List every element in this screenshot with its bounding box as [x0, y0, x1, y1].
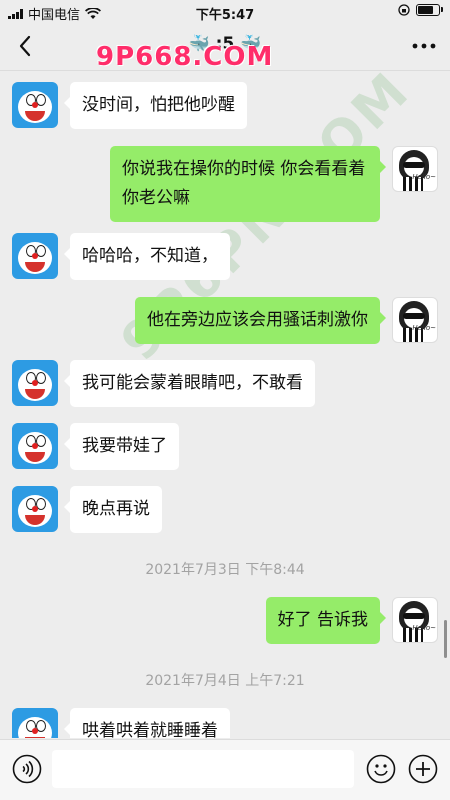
message-bubble[interactable]: 晚点再说	[64, 486, 162, 533]
doraemon-avatar[interactable]	[12, 360, 58, 406]
doraemon-avatar[interactable]	[12, 486, 58, 532]
message-row: 晚点再说	[12, 486, 162, 533]
chat-title: 🐳 :5 🐳	[188, 34, 262, 54]
message-bubble[interactable]: 你说我在操你的时候 你会看看着你老公嘛	[110, 146, 386, 222]
timestamp: 2021年7月4日 上午7:21	[145, 673, 305, 689]
girl-avatar[interactable]: Hello~	[392, 597, 438, 643]
avatar-label: Hello~	[412, 173, 436, 181]
message-input[interactable]	[52, 750, 354, 788]
message-bubble[interactable]: 我要带娃了	[64, 423, 179, 470]
scrollbar[interactable]	[444, 620, 447, 658]
message-bubble[interactable]: 没时间，怕把他吵醒	[64, 82, 247, 129]
avatar-label: Hello~	[412, 324, 436, 332]
message-bubble[interactable]: 他在旁边应该会用骚话刺激你	[135, 297, 386, 344]
doraemon-avatar[interactable]	[12, 82, 58, 128]
message-bubble[interactable]: 好了 告诉我	[265, 597, 387, 644]
message-bubble[interactable]: 我可能会蒙着眼睛吧，不敢看	[64, 360, 315, 407]
girl-avatar[interactable]: Hello~	[392, 297, 438, 343]
voice-input-button[interactable]	[12, 754, 42, 784]
message-row: 没时间，怕把他吵醒	[12, 82, 247, 129]
timestamp: 2021年7月3日 下午8:44	[145, 562, 305, 578]
more-options-button[interactable]	[410, 36, 438, 56]
status-right	[398, 4, 443, 16]
plus-button[interactable]	[408, 754, 438, 784]
doraemon-avatar[interactable]	[12, 233, 58, 279]
message-row: 我要带娃了	[12, 423, 179, 470]
avatar-label: Hello~	[412, 624, 436, 632]
battery-fill	[418, 6, 433, 14]
message-row: 哈哈哈，不知道，	[12, 233, 230, 280]
chat-header: 🐳 :5 🐳	[0, 24, 450, 71]
battery-icon	[416, 4, 443, 16]
status-time: 下午5:47	[195, 8, 255, 23]
input-bar	[0, 739, 450, 800]
message-bubble[interactable]: 哈哈哈，不知道，	[64, 233, 230, 280]
message-row: 我可能会蒙着眼睛吧，不敢看	[12, 360, 315, 407]
doraemon-avatar[interactable]	[12, 423, 58, 469]
emoji-button[interactable]	[366, 754, 396, 784]
message-row: 哄着哄着就睡睡着	[12, 708, 230, 738]
girl-avatar[interactable]: Hello~	[392, 146, 438, 192]
message-row: Hello~ 你说我在操你的时候 你会看看着你老公嘛	[110, 146, 438, 222]
status-bar: 中国电信 下午5:47	[0, 0, 450, 24]
message-row: Hello~ 他在旁边应该会用骚话刺激你	[135, 297, 438, 344]
doraemon-avatar[interactable]	[12, 708, 58, 738]
message-row: Hello~ 好了 告诉我	[265, 597, 438, 644]
orientation-lock-icon	[398, 4, 410, 16]
message-bubble[interactable]: 哄着哄着就睡睡着	[64, 708, 230, 738]
